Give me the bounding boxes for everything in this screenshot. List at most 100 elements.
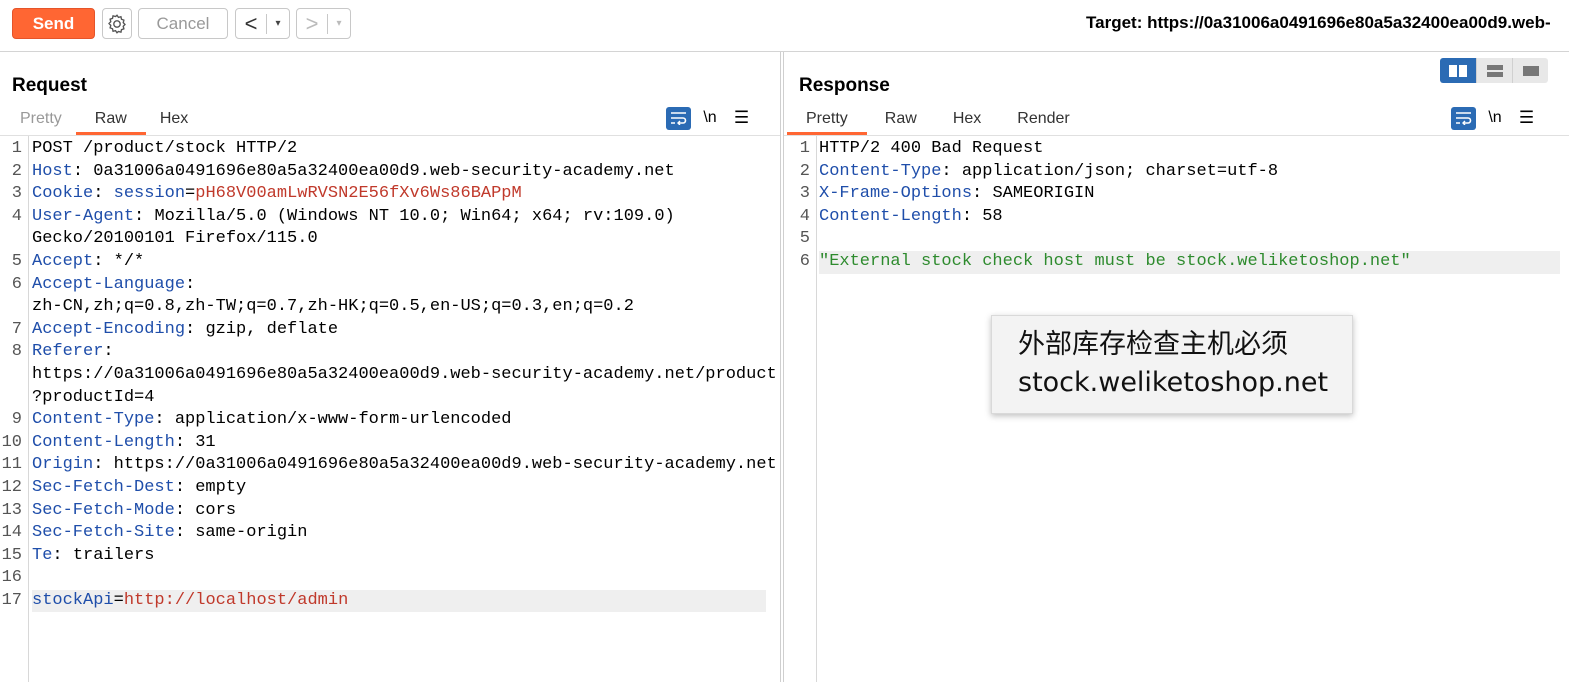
request-code[interactable]: 1 POST /product/stock HTTP/2 2 Host: 0a3100… [0,138,777,613]
cookie-value: pH68V00amLwRVSN2E56fXv6Ws86BAPpM [195,184,522,204]
header-value: empty [195,477,247,497]
body-param-name: stockApi [32,590,114,610]
header-value: trailers [72,545,155,565]
code-line: 6 Accept-Language: [0,274,770,297]
header-name: Sec-Fetch-Site [32,523,175,543]
header-name: Accept-Encoding [32,319,186,339]
tab-raw[interactable]: Raw [75,106,146,135]
tab-pretty[interactable]: Pretty [787,106,867,135]
line-content: stockApi=http://localhost/admin [32,589,766,613]
show-newlines-button[interactable]: \n [691,109,729,127]
code-line: 5 [784,228,1556,251]
line-number: 13 [1,500,22,520]
layout-single-button[interactable] [1512,58,1548,83]
header-name: X-Frame-Options [819,184,973,204]
line-text: zh-CN,zh;q=0.8,zh-TW;q=0.7,zh-HK;q=0.5,e… [32,297,634,317]
cancel-button[interactable]: Cancel [138,8,228,39]
header-separator: : [185,274,196,294]
back-arrow-button[interactable]: < [236,10,266,38]
json-string: "External stock check host must be stock… [819,251,1411,271]
header-value: 31 [195,432,216,452]
header-name: Cookie [32,184,94,204]
layout-stacked-button[interactable] [1476,58,1512,83]
header-name: Content-Length [32,432,175,452]
line-content: Accept-Language: [32,274,195,297]
header-value: application/x-www-form-urlencoded [174,410,512,430]
line-number: 7 [11,319,22,339]
wrap-lines-icon [671,112,687,125]
settings-button[interactable] [102,8,132,39]
tab-pretty[interactable]: Pretty [6,106,76,135]
line-content: Accept-Encoding: gzip, deflate [32,319,338,342]
layout-toggle [1440,58,1548,83]
code-line: 1 HTTP/2 400 Bad Request [784,138,1556,161]
line-text: https://0a31006a0491696e80a5a32400ea00d9… [32,364,777,384]
line-content: "External stock check host must be stock… [819,250,1560,274]
header-value: cors [195,500,237,520]
wrap-lines-button[interactable] [666,106,691,130]
line-number: 8 [11,342,22,362]
forward-history-dropdown[interactable]: ▾ [328,18,350,29]
header-separator: : [961,206,983,226]
line-text: POST /product/stock HTTP/2 [32,139,298,158]
code-line: 4 Content-Length: 58 [784,206,1556,229]
columns-icon [1449,64,1467,77]
forward-arrow-button[interactable]: > [297,10,327,38]
header-separator: : [174,432,196,452]
line-number: 6 [11,274,22,294]
show-newlines-button[interactable]: \n [1476,109,1514,127]
code-line: zh-CN,zh;q=0.8,zh-TW;q=0.7,zh-HK;q=0.5,e… [0,296,770,319]
tab-hex[interactable]: Hex [935,106,999,135]
request-panel: Request Pretty Raw Hex \n ☰ 1 POST /produ… [0,52,781,682]
code-line: 1 POST /product/stock HTTP/2 [0,138,770,161]
send-button[interactable]: Send [12,8,95,39]
header-value: */* [113,251,145,271]
body-param-value: http://localhost/admin [123,590,349,610]
menu-icon[interactable]: ☰ [729,108,754,128]
tab-raw[interactable]: Raw [867,106,935,135]
request-editor[interactable]: 1 POST /product/stock HTTP/2 2 Host: 0a3100… [0,136,780,682]
header-name: Te [32,545,53,565]
note-line-chinese: 外部库存检查主机必须 [1018,329,1288,360]
code-line: Gecko/20100101 Firefox/115.0 [0,228,770,251]
line-content: https://0a31006a0491696e80a5a32400ea00d9… [32,364,777,387]
response-code[interactable]: 1 HTTP/2 400 Bad Request 2 Content-Type: ap… [784,138,1560,274]
wrap-lines-button[interactable] [1451,106,1476,130]
header-value: application/json; charset=utf-8 [961,161,1279,181]
layout-side-by-side-button[interactable] [1440,58,1476,83]
line-content: Te: trailers [32,545,154,568]
history-forward-control: > ▾ [296,8,351,39]
header-name: Accept [32,251,94,271]
header-name: Referer [32,342,104,362]
line-content: POST /product/stock HTTP/2 [32,138,297,161]
tab-render[interactable]: Render [999,106,1087,135]
line-content: Host: 0a31006a0491696e80a5a32400ea00d9.w… [32,161,675,184]
line-content: Cookie: session=pH68V00amLwRVSN2E56fXv6W… [32,183,522,206]
line-content: zh-CN,zh;q=0.8,zh-TW;q=0.7,zh-HK;q=0.5,e… [32,296,634,319]
line-text: ?productId=4 [32,387,155,407]
line-number: 12 [1,477,22,497]
tab-hex[interactable]: Hex [146,106,202,135]
line-content: HTTP/2 400 Bad Request [819,138,1043,161]
line-content: Content-Length: 31 [32,432,216,455]
request-editor-tools: \n ☰ [666,106,754,130]
header-value: gzip, deflate [205,319,339,339]
header-separator: : [103,342,114,362]
header-name: Origin [32,455,94,475]
code-line: ?productId=4 [0,387,770,410]
line-content: Content-Type: application/json; charset=… [819,161,1278,184]
line-number: 14 [1,523,22,543]
line-content: Accept: */* [32,251,144,274]
line-number: 2 [11,161,22,181]
translation-note: 外部库存检查主机必须 stock.weliketoshop.net [991,315,1353,414]
header-value: https://0a31006a0491696e80a5a32400ea00d9… [113,455,777,475]
code-line: https://0a31006a0491696e80a5a32400ea00d9… [0,364,777,387]
menu-icon[interactable]: ☰ [1514,108,1539,128]
code-line: 2 Host: 0a31006a0491696e80a5a32400ea00d9.… [0,161,770,184]
code-line: 15 Te: trailers [0,545,770,568]
line-number: 5 [799,229,810,249]
header-name: Content-Type [819,161,942,181]
back-history-dropdown[interactable]: ▾ [267,18,289,29]
target-url[interactable]: Target: https://0a31006a0491696e80a5a324… [1086,13,1551,33]
line-text: HTTP/2 400 Bad Request [819,139,1044,158]
